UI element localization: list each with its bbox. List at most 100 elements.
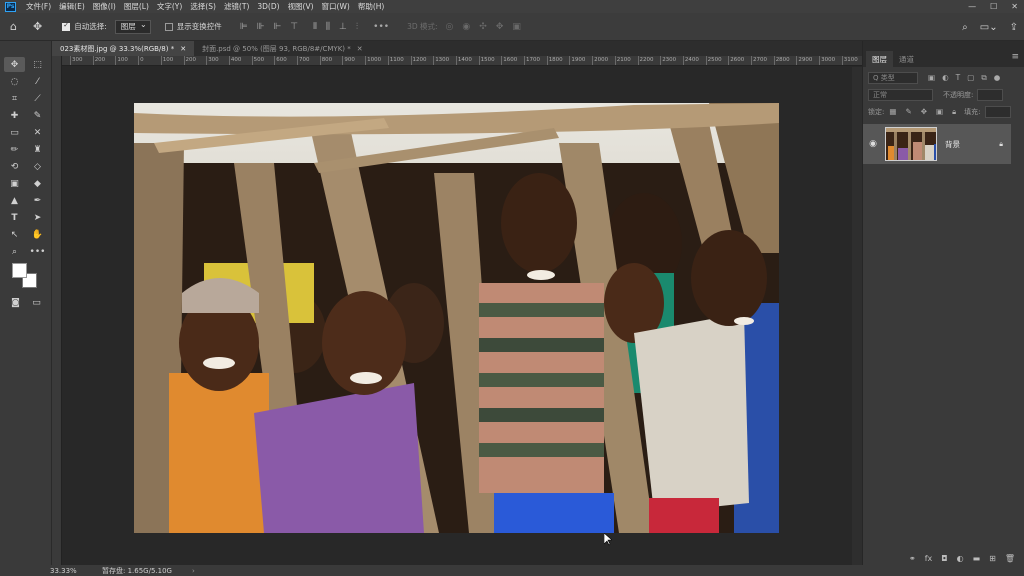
- menu-type[interactable]: 文字(Y): [153, 1, 186, 12]
- layer-filter-select[interactable]: Q 类型: [868, 71, 918, 84]
- auto-select-toggle[interactable]: 自动选择:: [62, 21, 107, 32]
- filter-shape-icon[interactable]: ▢: [967, 73, 974, 83]
- eyedropper-tool-icon[interactable]: ⟋: [27, 91, 48, 106]
- tab-document-2[interactable]: 封面.psd @ 50% (图层 93, RGB/8#/CMYK) * ✕: [194, 41, 371, 56]
- tab-channels[interactable]: 通道: [893, 51, 920, 67]
- history-brush-tool-icon[interactable]: ⟲: [4, 159, 25, 174]
- align-bottom-icon[interactable]: ⊥: [339, 22, 347, 32]
- 3d-roll-icon[interactable]: ◉: [462, 22, 470, 32]
- visibility-eye-icon[interactable]: ◉: [863, 139, 883, 149]
- menu-3d[interactable]: 3D(D): [253, 2, 283, 11]
- frame-tool-icon[interactable]: ▭: [4, 125, 25, 140]
- filter-adjust-icon[interactable]: ◐: [942, 73, 949, 83]
- menu-edit[interactable]: 编辑(E): [55, 1, 89, 12]
- close-mark-icon[interactable]: ✕: [27, 125, 48, 140]
- more-tools-icon[interactable]: •••: [27, 244, 48, 259]
- move-tool-icon[interactable]: ✥: [4, 57, 25, 72]
- fill-input[interactable]: [984, 105, 1011, 118]
- minimize-button[interactable]: —: [968, 2, 976, 11]
- blur-tool-icon[interactable]: ◆: [27, 176, 48, 191]
- align-hcenter-icon[interactable]: ⊪: [257, 22, 265, 32]
- layer-row-background[interactable]: ◉ 背景 🔒︎: [863, 124, 1011, 164]
- delete-layer-icon[interactable]: 🗑︎: [1005, 554, 1015, 563]
- brush-tool-icon[interactable]: ✎: [27, 108, 48, 123]
- blend-mode-select[interactable]: 正常: [868, 88, 933, 101]
- quick-select-tool-icon[interactable]: ⁄: [27, 74, 48, 89]
- align-left-icon[interactable]: ⊫: [240, 22, 248, 32]
- show-transform-checkbox[interactable]: [164, 22, 173, 31]
- hand-tool-icon[interactable]: ✋: [27, 227, 48, 242]
- tab-document-1[interactable]: 023素材图.jpg @ 33.3%(RGB/8) * ✕: [52, 41, 195, 56]
- align-right-icon[interactable]: ⊩: [273, 22, 281, 32]
- auto-select-dropdown[interactable]: 图层: [114, 19, 151, 34]
- close-tab-icon[interactable]: ✕: [357, 45, 363, 53]
- document-image[interactable]: [134, 103, 779, 533]
- menu-help[interactable]: 帮助(H): [354, 1, 389, 12]
- menu-view[interactable]: 视图(V): [284, 1, 318, 12]
- direct-select-tool-icon[interactable]: ↖: [4, 227, 25, 242]
- stamp-tool-icon[interactable]: ♜: [27, 142, 48, 157]
- move-tool-preset-icon[interactable]: ✥: [33, 20, 42, 33]
- distribute-v-icon[interactable]: ⫶: [356, 22, 358, 32]
- zoom-tool-icon[interactable]: ⌕: [4, 244, 25, 259]
- eraser-tool-icon[interactable]: ◇: [27, 159, 48, 174]
- status-menu-arrow[interactable]: ›: [192, 567, 195, 575]
- foreground-color-swatch[interactable]: [12, 263, 27, 278]
- lock-all-icon[interactable]: 🔒︎: [952, 107, 956, 117]
- panel-menu-icon[interactable]: ≡: [1011, 52, 1019, 62]
- menu-filter[interactable]: 滤镜(T): [220, 1, 253, 12]
- color-swatches[interactable]: [12, 263, 42, 291]
- tab-layers[interactable]: 图层: [866, 51, 893, 67]
- marquee-tool-icon[interactable]: ⬚: [27, 57, 48, 72]
- lock-paint-icon[interactable]: ✎: [905, 107, 911, 117]
- search-icon[interactable]: ⌕: [962, 22, 968, 33]
- auto-select-checkbox[interactable]: [62, 21, 71, 31]
- 3d-rotate-icon[interactable]: ◎: [446, 22, 454, 32]
- menu-file[interactable]: 文件(F): [22, 1, 55, 12]
- menu-image[interactable]: 图像(I): [89, 1, 120, 12]
- pencil-tool-icon[interactable]: ✏: [4, 142, 25, 157]
- screen-mode-icon[interactable]: ▭: [26, 295, 47, 310]
- healing-tool-icon[interactable]: ✚: [4, 108, 25, 123]
- vertical-scrollbar[interactable]: [852, 67, 862, 565]
- 3d-pan-icon[interactable]: ✣: [479, 22, 487, 32]
- crop-tool-icon[interactable]: ⌗: [4, 91, 25, 106]
- add-mask-icon[interactable]: ◘: [941, 554, 947, 563]
- lock-position-icon[interactable]: ✥: [921, 107, 927, 117]
- lock-artboard-icon[interactable]: ▣: [936, 107, 943, 117]
- link-layers-icon[interactable]: ⚭: [909, 554, 916, 563]
- align-top-icon[interactable]: ⊤: [290, 22, 298, 32]
- quick-mask-icon[interactable]: ◙: [5, 295, 26, 310]
- more-options-icon[interactable]: •••: [373, 22, 389, 32]
- 3d-scale-icon[interactable]: ▣: [512, 22, 521, 32]
- layer-style-icon[interactable]: fx: [925, 554, 933, 563]
- path-select-tool-icon[interactable]: ➤: [27, 210, 48, 225]
- dodge-tool-icon[interactable]: ▲: [4, 193, 25, 208]
- pen-tool-icon[interactable]: ✒: [27, 193, 48, 208]
- close-tab-icon[interactable]: ✕: [180, 45, 186, 53]
- menu-layer[interactable]: 图层(L): [120, 1, 153, 12]
- home-icon[interactable]: ⌂: [10, 20, 17, 33]
- filter-pixel-icon[interactable]: ▣: [928, 73, 935, 83]
- close-button[interactable]: ✕: [1011, 2, 1018, 11]
- menu-select[interactable]: 选择(S): [186, 1, 220, 12]
- gradient-tool-icon[interactable]: ▣: [4, 176, 25, 191]
- adjustment-layer-icon[interactable]: ◐: [957, 554, 964, 563]
- 3d-slide-icon[interactable]: ✥: [496, 22, 504, 32]
- share-icon[interactable]: ⇪: [1010, 22, 1018, 33]
- align-vcenter-icon[interactable]: ⫼: [326, 22, 330, 32]
- new-layer-icon[interactable]: ⊞: [989, 554, 996, 563]
- layer-name[interactable]: 背景: [945, 139, 960, 150]
- maximize-button[interactable]: ☐: [990, 2, 997, 11]
- type-tool-icon[interactable]: T: [4, 210, 25, 225]
- zoom-level[interactable]: 33.33%: [50, 567, 90, 575]
- menu-window[interactable]: 窗口(W): [318, 1, 354, 12]
- filter-toggle-icon[interactable]: ●: [994, 73, 1001, 83]
- distribute-icon[interactable]: ⫴: [313, 22, 317, 32]
- layer-lock-icon[interactable]: 🔒︎: [999, 140, 1003, 149]
- lasso-tool-icon[interactable]: ◌: [4, 74, 25, 89]
- filter-type-icon[interactable]: T: [956, 73, 961, 83]
- workspace-icon[interactable]: ▭⌄: [980, 22, 998, 33]
- lock-pixels-icon[interactable]: ▦: [889, 107, 896, 117]
- new-group-icon[interactable]: ▬: [973, 554, 981, 563]
